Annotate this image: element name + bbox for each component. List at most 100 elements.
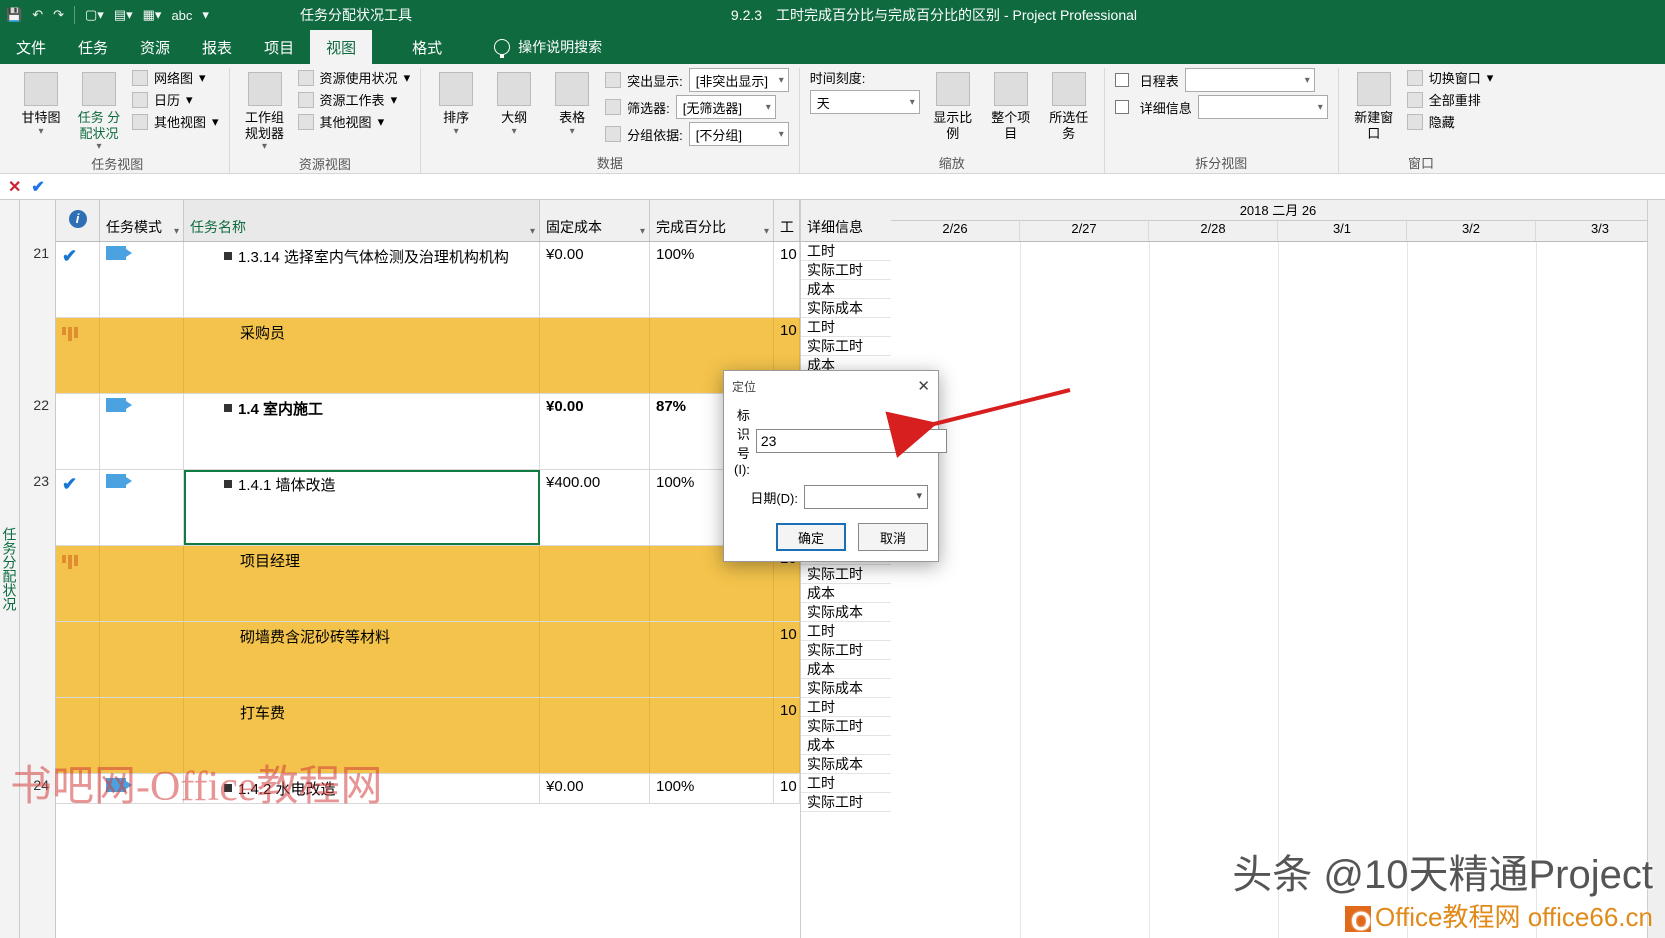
corner-cell[interactable] [20,200,55,242]
tab-view[interactable]: 视图 [310,30,372,64]
cell-indicators[interactable] [56,546,100,621]
cell-task-name[interactable]: 1.3.14 选择室内气体检测及治理机构机构 [184,242,540,317]
cell-fixed-cost[interactable] [540,622,650,697]
cell-work[interactable]: 10 [774,698,800,773]
team-planner-button[interactable]: 工作组 规划器 [240,68,290,153]
switch-window-button[interactable]: 切换窗口 ▾ [1407,68,1494,87]
tab-task[interactable]: 任务 [62,30,124,64]
undo-icon[interactable]: ↶ [32,7,43,23]
cell-indicators[interactable] [56,774,100,803]
col-task-mode[interactable]: 任务模式 [100,200,184,241]
row-header[interactable] [20,318,55,394]
cell-task-name[interactable]: 项目经理 [184,546,540,621]
col-task-name[interactable]: 任务名称 [184,200,540,241]
table-row[interactable]: 1.4 室内施工¥0.0087% [56,394,800,470]
cell-task-name[interactable]: 砌墙费含泥砂砖等材料 [184,622,540,697]
cell-task-name[interactable]: 1.4 室内施工 [184,394,540,469]
table-row[interactable]: 采购员10 [56,318,800,394]
tab-file[interactable]: 文件 [0,30,62,64]
tell-me[interactable]: 操作说明搜索 [494,30,602,64]
cell-task-name[interactable]: 1.4.2 水电改造 [184,774,540,803]
cell-fixed-cost[interactable]: ¥400.00 [540,470,650,545]
selected-tasks-button[interactable]: 所选任务 [1044,68,1094,141]
cell-indicators[interactable]: ✔ [56,470,100,545]
cell-percent-complete[interactable]: 100% [650,774,774,803]
cell-fixed-cost[interactable]: ¥0.00 [540,242,650,317]
tab-format[interactable]: 格式 [396,30,458,64]
timeline-combo[interactable] [1185,68,1315,92]
cell-task-mode[interactable] [100,622,184,697]
cell-task-mode[interactable] [100,394,184,469]
cell-task-mode[interactable] [100,546,184,621]
entire-project-button[interactable]: 整个项目 [986,68,1036,141]
cell-task-mode[interactable] [100,242,184,317]
row-header[interactable]: 23 [20,470,55,546]
cell-fixed-cost[interactable] [540,318,650,393]
cell-task-mode[interactable] [100,470,184,545]
cancel-button[interactable]: 取消 [858,523,928,551]
table-row[interactable]: 打车费 10 [56,698,800,774]
table-row[interactable]: ✔1.3.14 选择室内气体检测及治理机构机构¥0.00100%10 [56,242,800,318]
cell-task-name[interactable]: 打车费 [184,698,540,773]
cell-work[interactable]: 10 [774,774,800,803]
entry-input[interactable] [55,177,1657,197]
cell-indicators[interactable] [56,622,100,697]
cell-fixed-cost[interactable]: ¥0.00 [540,774,650,803]
new-window-button[interactable]: 新建窗口 [1349,68,1399,141]
task-usage-button[interactable]: 任务 分配状况 [74,68,124,153]
row-header[interactable]: 21 [20,242,55,318]
col-fixed-cost[interactable]: 固定成本 [540,200,650,241]
other-views-button[interactable]: 其他视图 ▾ [132,112,219,131]
cell-task-mode[interactable] [100,774,184,803]
col-work[interactable]: 工 [774,200,800,241]
cell-task-mode[interactable] [100,318,184,393]
highlight-combo[interactable]: [非突出显示] [689,68,789,92]
table-row[interactable]: 1.4.2 水电改造¥0.00100%10 [56,774,800,804]
row-header[interactable]: 22 [20,394,55,470]
resource-sheet-button[interactable]: 资源工作表 ▾ [298,90,411,109]
details-checkbox[interactable]: 详细信息 [1115,95,1328,119]
cell-indicators[interactable] [56,318,100,393]
cell-fixed-cost[interactable]: ¥0.00 [540,394,650,469]
redo-icon[interactable]: ↷ [53,7,64,23]
resource-usage-button[interactable]: 资源使用状况 ▾ [298,68,411,87]
col-indicators[interactable]: i [56,200,100,241]
accept-icon[interactable]: ✔ [31,177,44,197]
network-diagram-button[interactable]: 网络图 ▾ [132,68,219,87]
zoom-button[interactable]: 显示比例 [928,68,978,141]
timeline-checkbox[interactable]: 日程表 [1115,68,1328,92]
timescale-grid[interactable] [891,242,1665,938]
cell-fixed-cost[interactable] [540,698,650,773]
row-header[interactable]: 24 [20,774,55,804]
tables-button[interactable]: 表格 [547,68,597,138]
table-row[interactable]: 项目经理10 [56,546,800,622]
row-header[interactable] [20,622,55,698]
row-header[interactable] [20,698,55,774]
qat-dropdown-icon[interactable]: ▾ [202,7,209,23]
table-row[interactable]: 砌墙费含泥砂砖等材料10 [56,622,800,698]
cell-indicators[interactable] [56,394,100,469]
table-row[interactable]: ✔1.4.1 墙体改造¥400.00100% [56,470,800,546]
id-input[interactable] [756,429,947,453]
qat-more-icon[interactable]: ▤▾ [114,7,133,23]
group-combo[interactable]: [不分组] [689,122,789,146]
close-icon[interactable]: ✕ [917,377,930,395]
qat-more-icon[interactable]: ▢▾ [85,7,104,23]
row-header[interactable] [20,546,55,622]
cell-indicators[interactable] [56,698,100,773]
cell-fixed-cost[interactable] [540,546,650,621]
cell-work[interactable]: 10 [774,242,800,317]
vertical-scrollbar[interactable] [1647,200,1665,938]
cell-percent-complete[interactable] [650,622,774,697]
date-combo[interactable] [804,485,928,509]
qat-strike-icon[interactable]: abc [171,8,192,23]
dialog-titlebar[interactable]: 定位 ✕ [724,371,938,401]
cell-task-mode[interactable] [100,698,184,773]
cancel-icon[interactable]: ✕ [8,177,21,197]
col-percent-complete[interactable]: 完成百分比 [650,200,774,241]
details-combo[interactable] [1198,95,1328,119]
arrange-all-button[interactable]: 全部重排 [1407,90,1494,109]
sort-button[interactable]: 排序 [431,68,481,138]
outline-button[interactable]: 大纲 [489,68,539,138]
cell-percent-complete[interactable] [650,698,774,773]
